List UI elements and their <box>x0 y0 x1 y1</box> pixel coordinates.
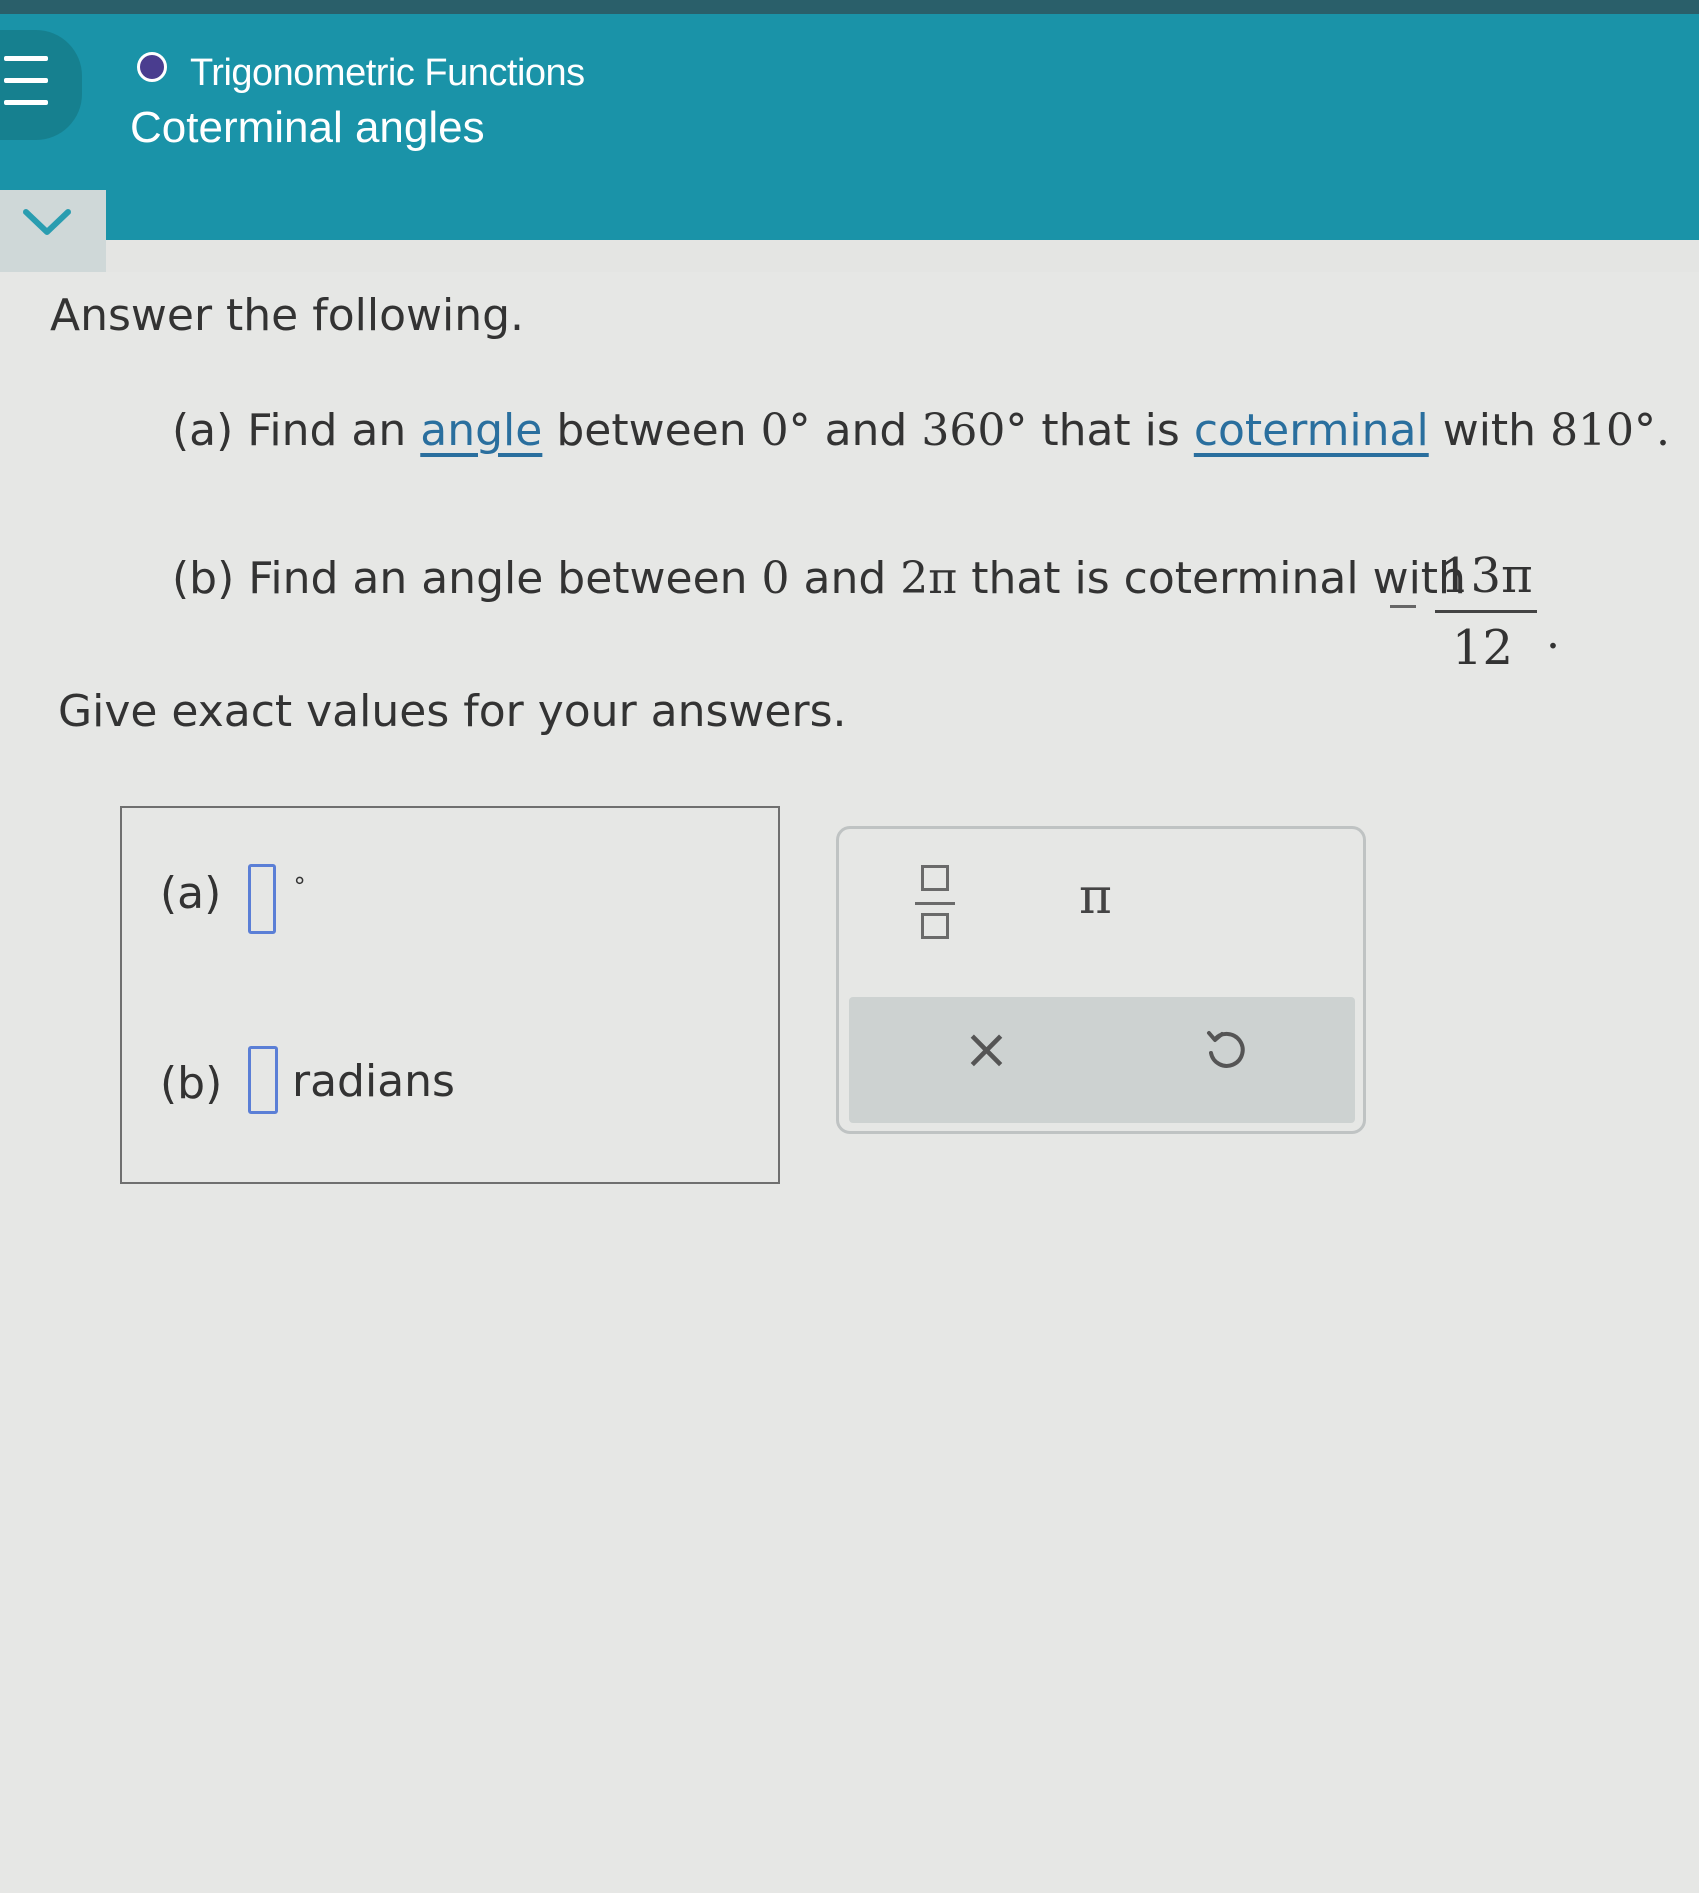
radians-unit: radians <box>292 1056 455 1107</box>
answer-box: (a) ∘ (b) radians <box>120 806 780 1184</box>
fraction-bar <box>1435 610 1537 613</box>
part-a-math: 0° <box>760 405 811 456</box>
coterminal-link[interactable]: coterminal <box>1194 405 1429 456</box>
part-b-text: (b) Find an angle between <box>172 553 762 604</box>
fraction-icon[interactable] <box>915 865 955 945</box>
question-part-a: (a) Find an angle between 0° and 360° th… <box>172 405 1670 456</box>
answer-a-input[interactable] <box>248 864 276 934</box>
fraction-denominator: 12 <box>1452 620 1514 676</box>
math-keypad: π × <box>836 826 1366 1134</box>
minus-sign <box>1390 605 1416 608</box>
part-a-text: (a) Find an <box>172 405 421 456</box>
part-a-math: 810°. <box>1550 405 1671 456</box>
part-b-math: 2π <box>900 553 958 604</box>
keypad-action-row: × <box>849 997 1355 1123</box>
fraction-numerator: 13π <box>1440 548 1533 604</box>
part-b-math: 0 <box>761 553 790 604</box>
pi-button[interactable]: π <box>1079 867 1112 925</box>
degree-symbol: ∘ <box>292 866 308 894</box>
question-part-b: (b) Find an angle between 0 and 2π that … <box>172 553 1466 604</box>
topic-name: Trigonometric Functions <box>190 52 585 94</box>
part-a-text: and <box>810 405 922 456</box>
topic-status-dot <box>137 52 167 82</box>
answer-b-input[interactable] <box>248 1046 278 1114</box>
undo-icon[interactable] <box>1201 1025 1249 1073</box>
exact-values-instruction: Give exact values for your answers. <box>58 686 847 737</box>
hamburger-menu-icon[interactable] <box>0 30 82 140</box>
instructions-lead: Answer the following. <box>50 290 525 341</box>
angle-link[interactable]: angle <box>420 405 542 456</box>
part-a-text: with <box>1428 405 1551 456</box>
part-a-text: that is <box>1027 405 1194 456</box>
header-top-strip <box>0 0 1699 14</box>
part-b-text: that is coterminal with <box>957 553 1466 604</box>
part-b-text: and <box>789 553 901 604</box>
answer-b-label: (b) <box>160 1058 223 1109</box>
app-header: Trigonometric Functions Coterminal angle… <box>0 0 1699 240</box>
fraction-period: . <box>1546 608 1560 659</box>
answer-a-label: (a) <box>160 868 222 919</box>
clear-button[interactable]: × <box>963 1017 1010 1082</box>
chevron-down-icon[interactable] <box>20 202 74 242</box>
part-a-text: between <box>542 405 761 456</box>
page-title: Coterminal angles <box>130 103 485 152</box>
part-a-math: 360° <box>921 405 1028 456</box>
